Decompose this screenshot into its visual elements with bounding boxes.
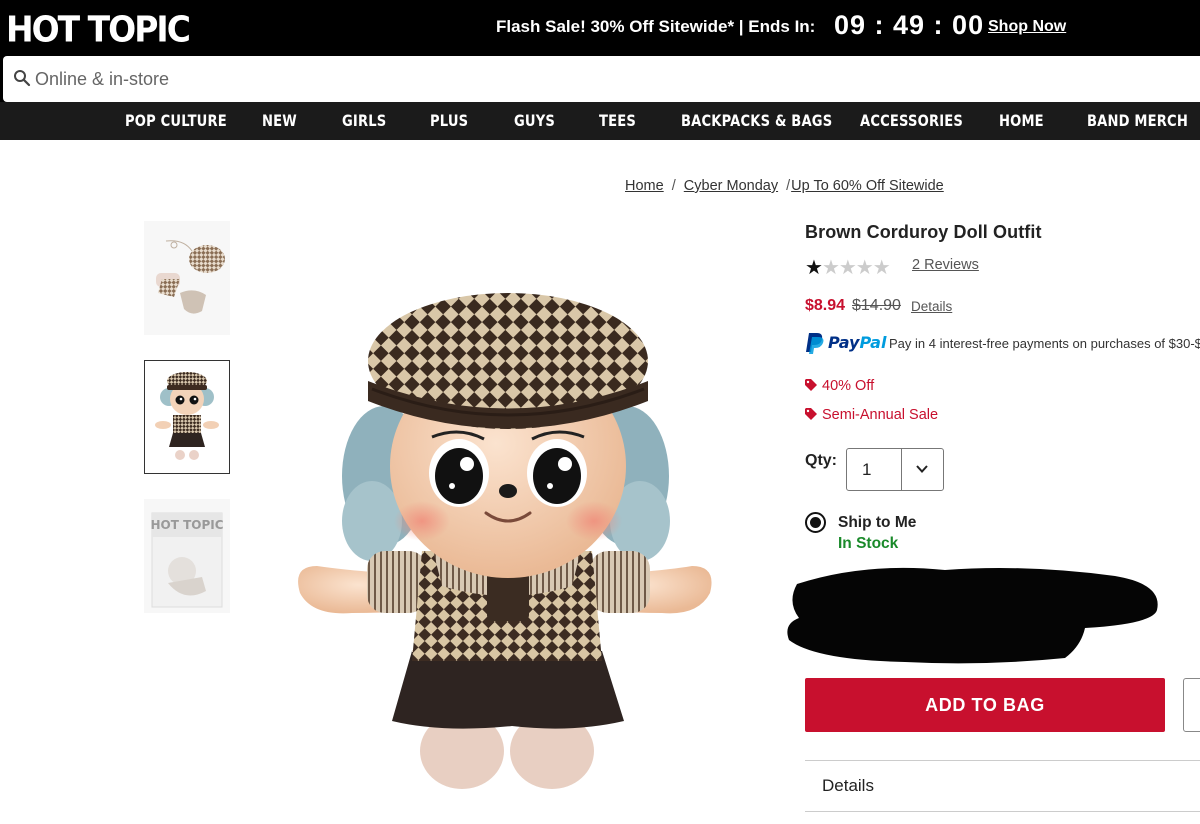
thumbnail-doll-front[interactable]: [144, 360, 230, 474]
nav-item-guys[interactable]: GUYS: [514, 111, 555, 130]
qty-divider: [901, 449, 902, 490]
chevron-down-icon: [916, 465, 928, 473]
package-brand-label: HOT TOPIC: [150, 518, 223, 532]
star-filled-icon: ★: [805, 257, 823, 279]
nav-item-band-merch[interactable]: BAND MERCH: [1087, 111, 1188, 130]
paypal-icon: [806, 333, 824, 354]
promo-40-off[interactable]: 40% Off: [805, 378, 874, 394]
add-to-bag-button[interactable]: ADD TO BAG: [805, 678, 1165, 732]
ship-to-me-label[interactable]: Ship to Me: [838, 514, 916, 532]
nav-item-new[interactable]: NEW: [262, 111, 297, 130]
promo-label: 40% Off: [822, 378, 875, 394]
promo-bar: HOT TOPIC Flash Sale! 30% Off Sitewide* …: [0, 0, 1200, 56]
shop-now-link[interactable]: Shop Now: [988, 18, 1066, 36]
search-box[interactable]: [3, 56, 1200, 102]
qty-select[interactable]: 1: [846, 448, 944, 491]
packaging-image: HOT TOPIC: [150, 512, 224, 608]
star-empty-icon: ★★★★: [821, 257, 891, 279]
outfit-flat-lay-image: [156, 240, 225, 314]
promo-semi-annual[interactable]: Semi-Annual Sale: [805, 407, 938, 423]
ship-to-me-radio[interactable]: [805, 512, 826, 533]
qty-value: 1: [862, 460, 872, 479]
search-bar: [0, 56, 1200, 102]
redaction-scribble: [787, 567, 1158, 664]
promo-label: Semi-Annual Sale: [822, 407, 939, 423]
thumbnail-packaging[interactable]: HOT TOPIC: [144, 499, 230, 613]
sale-price: $8.94: [805, 297, 846, 314]
paypal-text: Pay in 4 interest-free payments on purch…: [889, 336, 1200, 351]
tag-icon: [805, 379, 817, 391]
nav-item-tees[interactable]: TEES: [599, 111, 636, 130]
breadcrumb-sitewide-sale[interactable]: Up To 60% Off Sitewide: [791, 178, 944, 194]
nav-item-backpacks-bags[interactable]: BACKPACKS & BAGS: [681, 111, 832, 130]
nav-item-girls[interactable]: GIRLS: [342, 111, 386, 130]
hot-topic-logo[interactable]: HOT TOPIC: [6, 8, 191, 50]
nav-item-home[interactable]: HOME: [999, 111, 1044, 130]
stock-status: In Stock: [838, 535, 899, 552]
paypal-logo-pay: Pay: [828, 333, 860, 352]
details-heading: Details: [822, 776, 874, 795]
breadcrumb-separator: /: [786, 178, 791, 194]
tag-icon: [805, 408, 817, 420]
thumbnail-flat-lay[interactable]: [144, 221, 230, 335]
reviews-link[interactable]: 2 Reviews: [912, 257, 979, 273]
original-price: $14.90: [852, 297, 901, 314]
doll-image: [272, 221, 746, 824]
search-icon: [14, 70, 31, 87]
breadcrumb-separator: /: [671, 178, 676, 194]
doll-front-thumbnail-image: [145, 361, 229, 473]
paypal-installments[interactable]: PayPal Pay in 4 interest-free payments o…: [805, 332, 1200, 354]
paypal-logo: PayPal: [828, 333, 886, 352]
details-accordion[interactable]: Details: [805, 760, 1200, 812]
breadcrumb: Home / Cyber Monday /Up To 60% Off Sitew…: [625, 178, 944, 194]
breadcrumb-home[interactable]: Home: [625, 178, 664, 194]
main-product-image[interactable]: [272, 221, 746, 824]
nav-item-plus[interactable]: PLUS: [430, 111, 468, 130]
category-nav: POP CULTURE NEW GIRLS PLUS GUYS TEES BAC…: [0, 102, 1200, 140]
secondary-action-button[interactable]: [1183, 678, 1200, 732]
flash-sale-text: Flash Sale! 30% Off Sitewide* | Ends In:: [496, 17, 816, 36]
search-input[interactable]: [35, 64, 1135, 94]
countdown-timer: 09 : 49 : 00: [834, 10, 985, 40]
price-details-link[interactable]: Details: [911, 299, 952, 314]
qty-label: Qty:: [805, 452, 837, 469]
nav-item-pop-culture[interactable]: POP CULTURE: [125, 111, 227, 130]
product-title: Brown Corduroy Doll Outfit: [805, 222, 1042, 242]
paypal-logo-pal: Pal: [859, 333, 887, 352]
nav-item-accessories[interactable]: ACCESSORIES: [860, 111, 963, 130]
rating-stars[interactable]: ★★★★★: [805, 255, 891, 280]
breadcrumb-cyber-monday[interactable]: Cyber Monday: [684, 178, 778, 194]
